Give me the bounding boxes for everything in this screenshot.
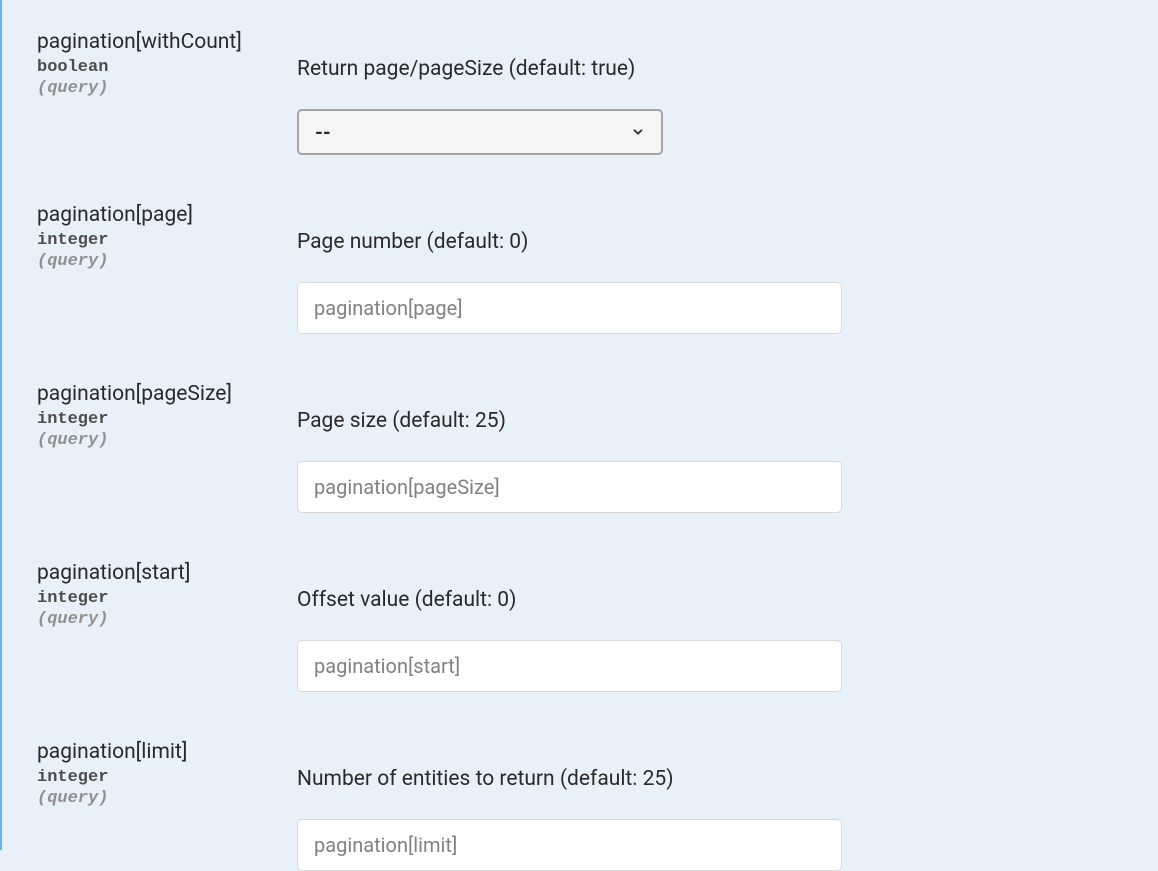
param-type: boolean xyxy=(37,58,297,77)
param-name: pagination[page] xyxy=(37,203,297,227)
param-meta: pagination[limit] integer (query) xyxy=(37,740,297,871)
param-select-wrapper: -- xyxy=(297,109,663,155)
param-location: (query) xyxy=(37,789,297,808)
param-name: pagination[start] xyxy=(37,561,297,585)
param-type: integer xyxy=(37,768,297,787)
param-body: Page size (default: 25) xyxy=(297,382,842,513)
param-meta: pagination[withCount] boolean (query) xyxy=(37,30,297,155)
param-meta: pagination[pageSize] integer (query) xyxy=(37,382,297,513)
param-row-pagination-pagesize: pagination[pageSize] integer (query) Pag… xyxy=(37,382,1138,513)
param-type: integer xyxy=(37,231,297,250)
param-description: Return page/pageSize (default: true) xyxy=(297,57,842,81)
param-description: Number of entities to return (default: 2… xyxy=(297,767,842,791)
param-location: (query) xyxy=(37,431,297,450)
param-description: Offset value (default: 0) xyxy=(297,588,842,612)
param-type: integer xyxy=(37,589,297,608)
param-location: (query) xyxy=(37,610,297,629)
param-body: Offset value (default: 0) xyxy=(297,561,842,692)
param-input-pagination-pagesize[interactable] xyxy=(297,461,842,513)
param-meta: pagination[start] integer (query) xyxy=(37,561,297,692)
param-location: (query) xyxy=(37,252,297,271)
parameters-panel: pagination[withCount] boolean (query) Re… xyxy=(0,0,1158,850)
param-name: pagination[withCount] xyxy=(37,30,297,54)
param-location: (query) xyxy=(37,79,297,98)
param-body: Page number (default: 0) xyxy=(297,203,842,334)
param-row-pagination-start: pagination[start] integer (query) Offset… xyxy=(37,561,1138,692)
param-body: Return page/pageSize (default: true) -- xyxy=(297,30,842,155)
param-input-pagination-start[interactable] xyxy=(297,640,842,692)
param-select-pagination-withcount[interactable]: -- xyxy=(297,109,663,155)
param-row-pagination-page: pagination[page] integer (query) Page nu… xyxy=(37,203,1138,334)
param-input-pagination-page[interactable] xyxy=(297,282,842,334)
param-row-pagination-limit: pagination[limit] integer (query) Number… xyxy=(37,740,1138,871)
param-description: Page number (default: 0) xyxy=(297,230,842,254)
param-description: Page size (default: 25) xyxy=(297,409,842,433)
param-input-pagination-limit[interactable] xyxy=(297,819,842,871)
param-name: pagination[limit] xyxy=(37,740,297,764)
param-row-pagination-withcount: pagination[withCount] boolean (query) Re… xyxy=(37,30,1138,155)
param-name: pagination[pageSize] xyxy=(37,382,297,406)
param-meta: pagination[page] integer (query) xyxy=(37,203,297,334)
param-body: Number of entities to return (default: 2… xyxy=(297,740,842,871)
param-type: integer xyxy=(37,410,297,429)
